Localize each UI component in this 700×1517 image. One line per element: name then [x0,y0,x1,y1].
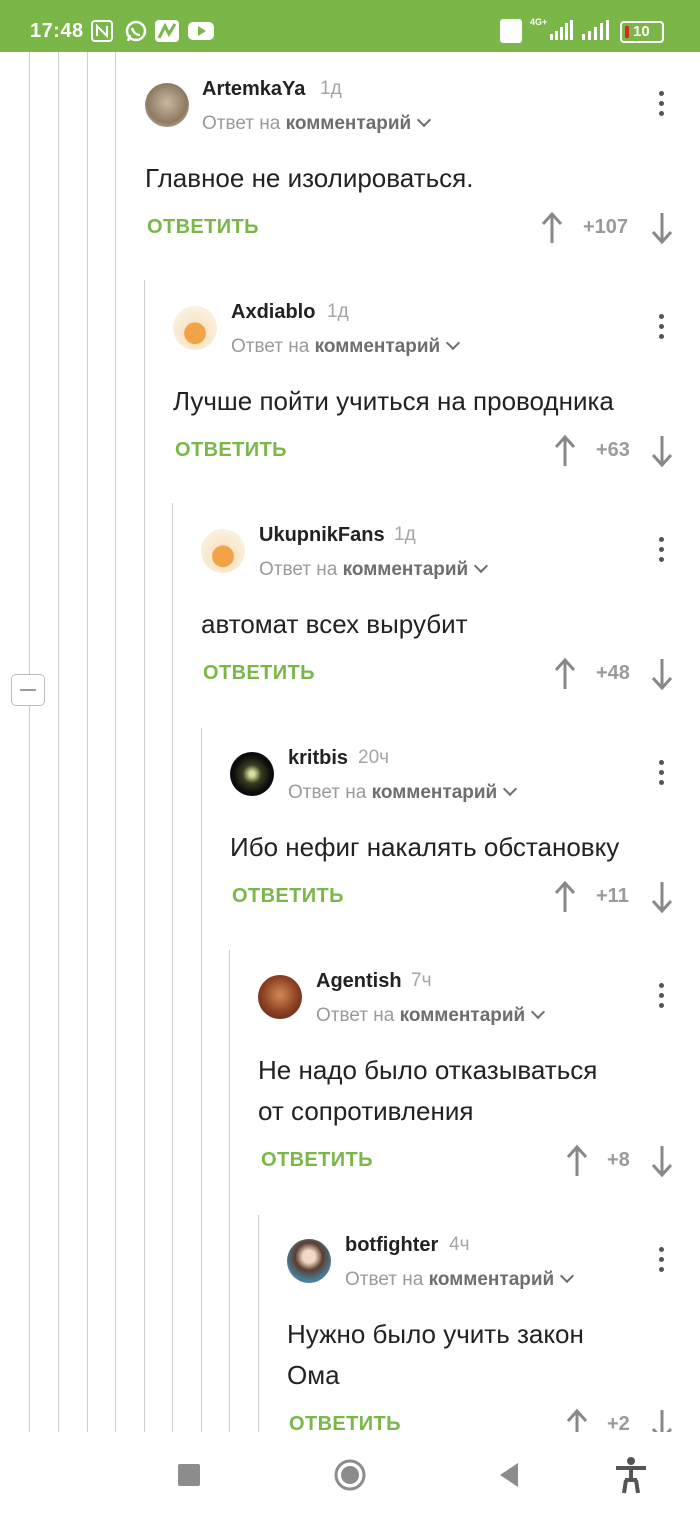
avatar[interactable] [258,975,302,1019]
more-options-icon[interactable] [650,981,674,1011]
reply-button[interactable]: ОТВЕТИТЬ [175,439,287,462]
more-options-icon[interactable] [650,1245,674,1275]
volte-icon [500,19,522,43]
status-time: 17:48 [30,20,84,42]
comment-age: 20ч [358,747,390,768]
thread-line [29,52,30,1432]
avatar[interactable] [201,529,245,573]
thread-line [58,52,59,1432]
upvote-icon[interactable] [553,434,577,468]
reply-button[interactable]: ОТВЕТИТЬ [232,885,344,908]
avatar[interactable] [145,83,189,127]
comment-text: Ибо нефиг накалять обстановку [230,832,620,862]
upvote-icon[interactable] [540,211,564,245]
comment-author[interactable]: botfighter [345,1234,438,1257]
chevron-down-icon [560,1268,575,1284]
comment-age: 1д [394,524,416,545]
thread-line [229,950,230,1432]
avatar[interactable] [230,752,274,796]
reply-to-link[interactable]: Ответ на комментарий [316,1004,546,1027]
comment-age: 7ч [411,970,432,991]
battery-icon: 10 [620,21,664,43]
upvote-icon[interactable] [565,1144,589,1178]
reply-button[interactable]: ОТВЕТИТЬ [261,1149,373,1172]
thread-line [115,52,116,1432]
comment-author[interactable]: kritbis [288,747,348,770]
upvote-icon[interactable] [553,880,577,914]
nfc-icon [91,20,113,42]
comment-author[interactable]: Axdiablo [231,301,315,324]
comment-text: Не надо было отказываться от сопротивлен… [258,1055,598,1126]
comment-text: Нужно было учить закон Ома [287,1319,584,1390]
comment-text: автомат всех вырубит [201,609,468,639]
downvote-icon[interactable] [650,880,674,914]
chevron-down-icon [503,781,518,797]
signal-icon: 4G+ [530,17,574,42]
more-options-icon[interactable] [650,89,674,119]
avatar[interactable] [287,1239,331,1283]
reply-button[interactable]: ОТВЕТИТЬ [147,216,259,239]
downvote-icon[interactable] [650,1144,674,1178]
comment-author[interactable]: Agentish [316,970,402,993]
reply-to-link[interactable]: Ответ на комментарий [231,335,461,358]
reply-to-link[interactable]: Ответ на комментарий [259,558,489,581]
comment-age: 4ч [449,1234,470,1255]
accessibility-icon[interactable] [614,1456,648,1494]
avatar[interactable] [173,306,217,350]
comment-author[interactable]: UkupnikFans [259,524,385,547]
youtube-icon [188,22,214,40]
comment-score: +107 [583,216,629,238]
home-button[interactable] [334,1459,366,1491]
thread-line [201,728,202,1432]
downvote-icon[interactable] [650,211,674,245]
thread-line [258,1215,259,1432]
upvote-icon[interactable] [553,657,577,691]
app-icon [155,20,179,42]
chevron-down-icon [446,335,461,351]
comment-age: 1д [327,301,349,322]
reply-to-link[interactable]: Ответ на комментарий [288,781,518,804]
back-button[interactable] [498,1462,520,1488]
more-options-icon[interactable] [650,535,674,565]
reply-to-link[interactable]: Ответ на комментарий [202,112,432,135]
reply-button[interactable]: ОТВЕТИТЬ [203,662,315,685]
comment-score: +8 [607,1149,630,1171]
comment-text: Лучше пойти учиться на проводника [173,386,614,416]
comment-score: +48 [596,662,630,684]
chevron-down-icon [474,558,489,574]
comment-author[interactable]: ArtemkaYa [202,78,305,101]
comment-age: 1д [320,78,342,99]
thread-line [144,280,145,1432]
chevron-down-icon [417,112,432,128]
status-bar: 17:48 4G+ 10 [0,0,700,52]
recent-apps-button[interactable] [178,1464,200,1486]
more-options-icon[interactable] [650,758,674,788]
reply-to-link[interactable]: Ответ на комментарий [345,1268,575,1291]
minus-icon [20,689,36,691]
whatsapp-icon [124,20,148,42]
more-options-icon[interactable] [650,312,674,342]
system-navigation-bar [0,1432,700,1517]
downvote-icon[interactable] [650,434,674,468]
chevron-down-icon [531,1004,546,1020]
collapse-thread-button[interactable] [11,674,45,706]
comment-score: +11 [596,885,629,907]
thread-line [87,52,88,1432]
comment-score: +63 [596,439,630,461]
downvote-icon[interactable] [650,657,674,691]
thread-line [172,503,173,1432]
comment-text: Главное не изолироваться. [145,163,474,193]
signal-icon-2 [580,20,612,42]
